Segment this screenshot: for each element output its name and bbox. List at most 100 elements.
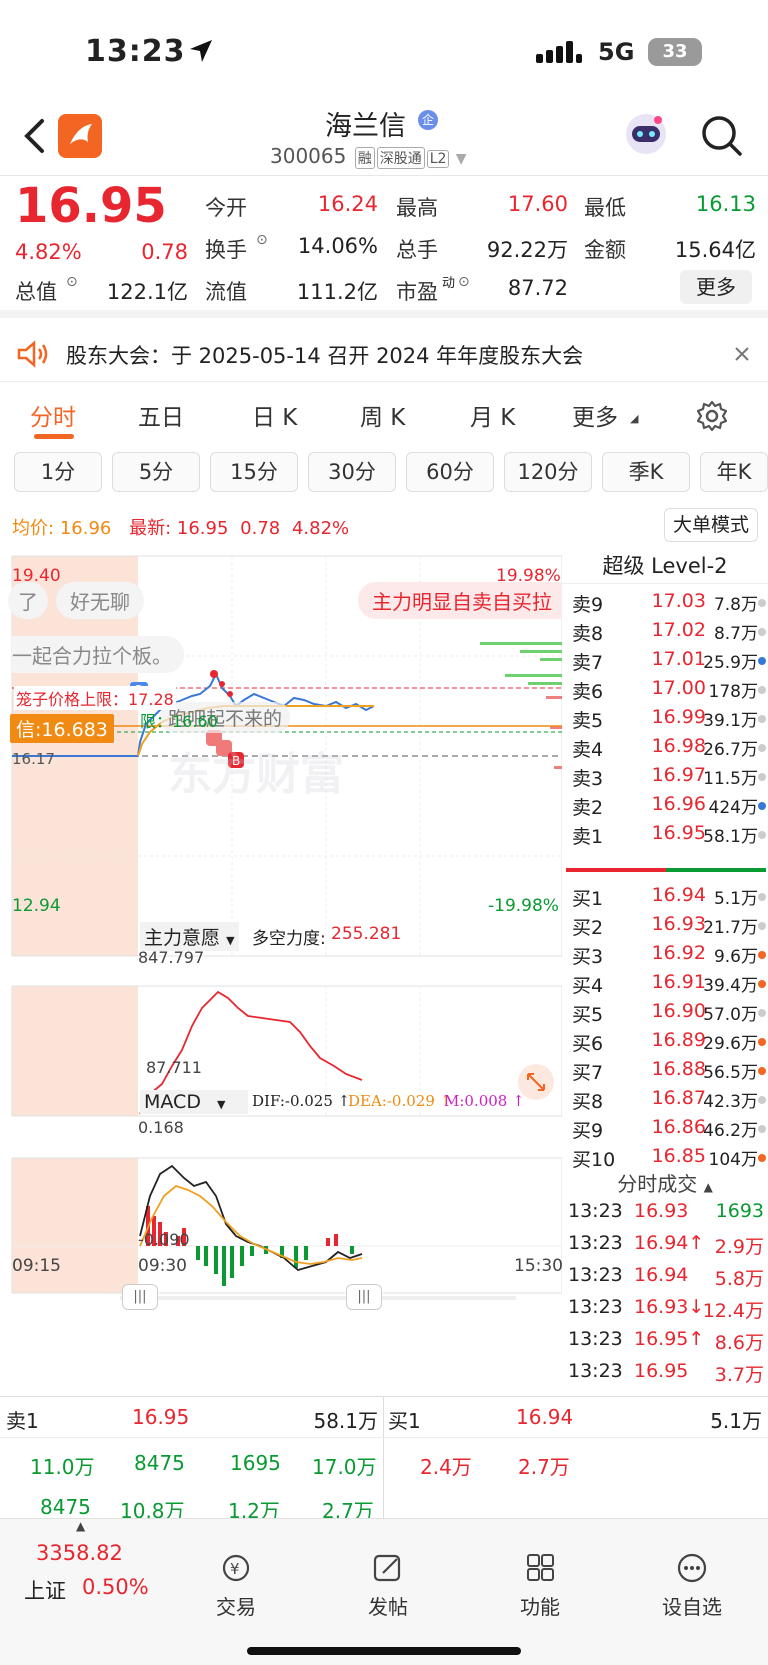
tick-volume: 3.7万 — [714, 1364, 764, 1386]
ask-row[interactable]: 卖8 17.02 8.7万 — [562, 619, 768, 649]
index-pct[interactable]: 0.50% — [82, 1575, 149, 1599]
bid-price: 16.91 — [651, 971, 706, 993]
tab-more[interactable]: 更多 — [572, 398, 618, 432]
market-cap-label: 总值 — [15, 280, 57, 304]
tab-five-day[interactable]: 五日 — [138, 398, 184, 432]
nav-trade[interactable]: ¥ 交易 — [186, 1553, 286, 1620]
bid-queue-item: 2.7万 — [518, 1455, 570, 1479]
bid-level-label: 买2 — [572, 917, 604, 939]
ask-row[interactable]: 卖3 16.97 11.5万 — [562, 764, 768, 794]
pe-label: 市盈 — [396, 280, 438, 304]
info-dots-icon[interactable]: ⊙ — [66, 274, 78, 290]
depth-bid-label: 买1 — [388, 1409, 421, 1433]
notice-bar[interactable]: 股东大会：于 2025-05-14 召开 2024 年年度股东大会 — [0, 326, 768, 382]
comment-bubble[interactable]: 主力明显自卖自买拉 — [358, 582, 562, 619]
search-icon[interactable] — [700, 114, 744, 158]
tab-weekly-k[interactable]: 周 K — [360, 398, 405, 432]
info-dots-icon[interactable]: ⊙ — [256, 232, 268, 248]
bid-volume: 29.6万 — [703, 1034, 758, 1054]
bid-row[interactable]: 买1 16.94 5.1万 — [562, 884, 768, 914]
index-name[interactable]: 上证 — [24, 1575, 66, 1605]
bid-row[interactable]: 买3 16.92 9.6万 — [562, 942, 768, 972]
tab-60min[interactable]: 60分 — [406, 452, 494, 492]
ask-queue-item: 8475 — [40, 1495, 91, 1519]
tab-quarter-k[interactable]: 季K — [602, 452, 690, 492]
info-dots-icon[interactable]: ⊙ — [458, 274, 470, 290]
latest-value: 16.95 — [176, 518, 229, 539]
ask-row[interactable]: 卖2 16.96 424万 — [562, 793, 768, 823]
bid-volume: 104万 — [708, 1150, 758, 1170]
ask-row[interactable]: 卖6 17.00 178万 — [562, 677, 768, 707]
chart-svg[interactable]: S B — [0, 546, 562, 1396]
bid-price: 16.93 — [651, 913, 706, 935]
ask-row[interactable]: 卖7 17.01 25.9万 — [562, 648, 768, 678]
level-dot — [758, 1154, 766, 1162]
bid-volume: 39.4万 — [703, 976, 758, 996]
ticks-title[interactable]: 分时成交 ▲ — [562, 1168, 768, 1196]
bid-row[interactable]: 买2 16.93 21.7万 — [562, 913, 768, 943]
comment-bubble[interactable]: 一起合力拉个板。 — [12, 636, 184, 673]
bid-row[interactable]: 买8 16.87 42.3万 — [562, 1087, 768, 1117]
ask-price: 16.96 — [651, 793, 706, 815]
close-icon[interactable] — [734, 346, 750, 362]
tab-monthly-k[interactable]: 月 K — [470, 398, 515, 432]
tab-15min[interactable]: 15分 — [210, 452, 298, 492]
bid-row[interactable]: 买6 16.89 29.6万 — [562, 1029, 768, 1059]
tab-120min[interactable]: 120分 — [504, 452, 592, 492]
comment-bubble[interactable]: 了 — [8, 582, 48, 619]
watermark: 东方财富 — [168, 749, 344, 800]
tab-5min[interactable]: 5分 — [112, 452, 200, 492]
tab-daily-k[interactable]: 日 K — [252, 398, 297, 432]
back-arrow-icon[interactable] — [22, 118, 46, 154]
macd-selector[interactable]: MACD ▼ — [140, 1090, 248, 1114]
tab-30min[interactable]: 30分 — [308, 452, 396, 492]
range-handle-right[interactable]: ||| — [346, 1284, 382, 1310]
range-handle-left[interactable]: ||| — [122, 1284, 158, 1310]
turnover-value: 14.06% — [297, 234, 378, 258]
nav-add-watchlist[interactable]: 设自选 — [642, 1553, 742, 1620]
premarket-shade-ind — [12, 986, 138, 1116]
tick-price: 16.93↓ — [634, 1296, 705, 1318]
tick-time: 13:23 — [568, 1264, 623, 1286]
tab-intraday[interactable]: 分时 — [30, 398, 76, 432]
depth-bid-price: 16.94 — [516, 1405, 574, 1429]
comment-bubble[interactable]: 好无聊 — [56, 582, 144, 619]
indicator-selector[interactable]: 主力意愿 ▼ — [140, 922, 239, 951]
ask-row[interactable]: 卖5 16.99 39.1万 — [562, 706, 768, 736]
ask-volume: 25.9万 — [703, 653, 758, 673]
chart-area: 均价: 16.96 最新: 16.95 0.78 4.82% B 19.40 1… — [0, 506, 563, 1396]
tick-time: 13:23 — [568, 1232, 623, 1254]
more-button[interactable]: 更多 — [680, 270, 752, 304]
nav-add-watchlist-label: 设自选 — [662, 1595, 722, 1619]
ask-row[interactable]: 卖9 17.03 7.8万 — [562, 590, 768, 620]
ask-volume: 424万 — [708, 798, 758, 818]
index-value[interactable]: 3358.82 — [36, 1541, 123, 1565]
bid-row[interactable]: 买9 16.86 46.2万 — [562, 1116, 768, 1146]
chevron-down-icon[interactable]: ▼ — [456, 151, 467, 167]
change-pct: 4.82% — [15, 240, 82, 264]
bid-row[interactable]: 买4 16.91 39.4万 — [562, 971, 768, 1001]
settings-gear-icon[interactable] — [696, 400, 728, 432]
trade-icon: ¥ — [222, 1554, 250, 1582]
bid-price: 16.90 — [651, 1000, 706, 1022]
bid-row[interactable]: 买7 16.88 56.5万 — [562, 1058, 768, 1088]
bid-row[interactable]: 买5 16.90 57.0万 — [562, 1000, 768, 1030]
tab-year-k[interactable]: 年K — [700, 452, 768, 492]
trade-marker — [219, 681, 225, 687]
level-dot — [758, 802, 766, 810]
bid-level-label: 买9 — [572, 1120, 604, 1142]
ask-level-label: 卖2 — [572, 797, 604, 819]
robot-assistant-icon[interactable] — [622, 110, 670, 158]
ask-row[interactable]: 卖4 16.98 26.7万 — [562, 735, 768, 765]
macd-bottom-value: -0.090 — [138, 1230, 190, 1249]
nav-post[interactable]: 发帖 — [338, 1553, 438, 1620]
ask-price: 17.03 — [651, 590, 706, 612]
tab-1min[interactable]: 1分 — [14, 452, 102, 492]
ask-queue-item: 17.0万 — [312, 1455, 377, 1479]
ask-row[interactable]: 卖1 16.95 58.1万 — [562, 822, 768, 852]
nav-function[interactable]: 功能 — [490, 1553, 590, 1620]
time-axis-end: 15:30 — [514, 1256, 563, 1276]
tick-price: 16.94↑ — [634, 1232, 705, 1254]
big-order-mode-button[interactable]: 大单模式 — [664, 508, 758, 542]
level-dot — [758, 1125, 766, 1133]
